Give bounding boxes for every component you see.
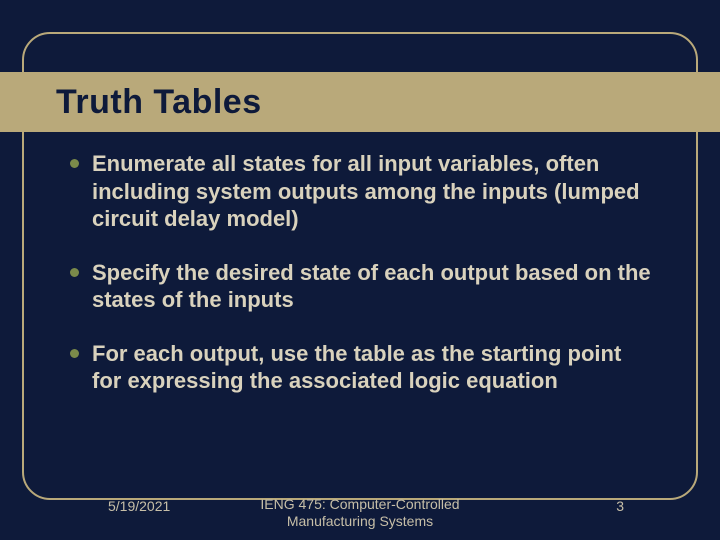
bullet-text: Enumerate all states for all input varia… <box>92 151 640 231</box>
bullet-item: Specify the desired state of each output… <box>92 259 652 314</box>
bullet-marker-icon <box>70 159 79 168</box>
footer-date: 5/19/2021 <box>108 498 170 514</box>
bullet-item: For each output, use the table as the st… <box>92 340 652 395</box>
footer: 5/19/2021 IENG 475: Computer-Controlled … <box>0 492 720 532</box>
bullet-text: For each output, use the table as the st… <box>92 341 621 394</box>
slide-title: Truth Tables <box>56 83 262 122</box>
footer-course: IENG 475: Computer-Controlled Manufactur… <box>220 496 500 530</box>
bullet-text: Specify the desired state of each output… <box>92 260 651 313</box>
content-area: Enumerate all states for all input varia… <box>92 150 652 421</box>
title-band: Truth Tables <box>0 72 720 132</box>
bullet-marker-icon <box>70 349 79 358</box>
footer-page-number: 3 <box>616 498 624 514</box>
bullet-item: Enumerate all states for all input varia… <box>92 150 652 233</box>
bullet-marker-icon <box>70 268 79 277</box>
